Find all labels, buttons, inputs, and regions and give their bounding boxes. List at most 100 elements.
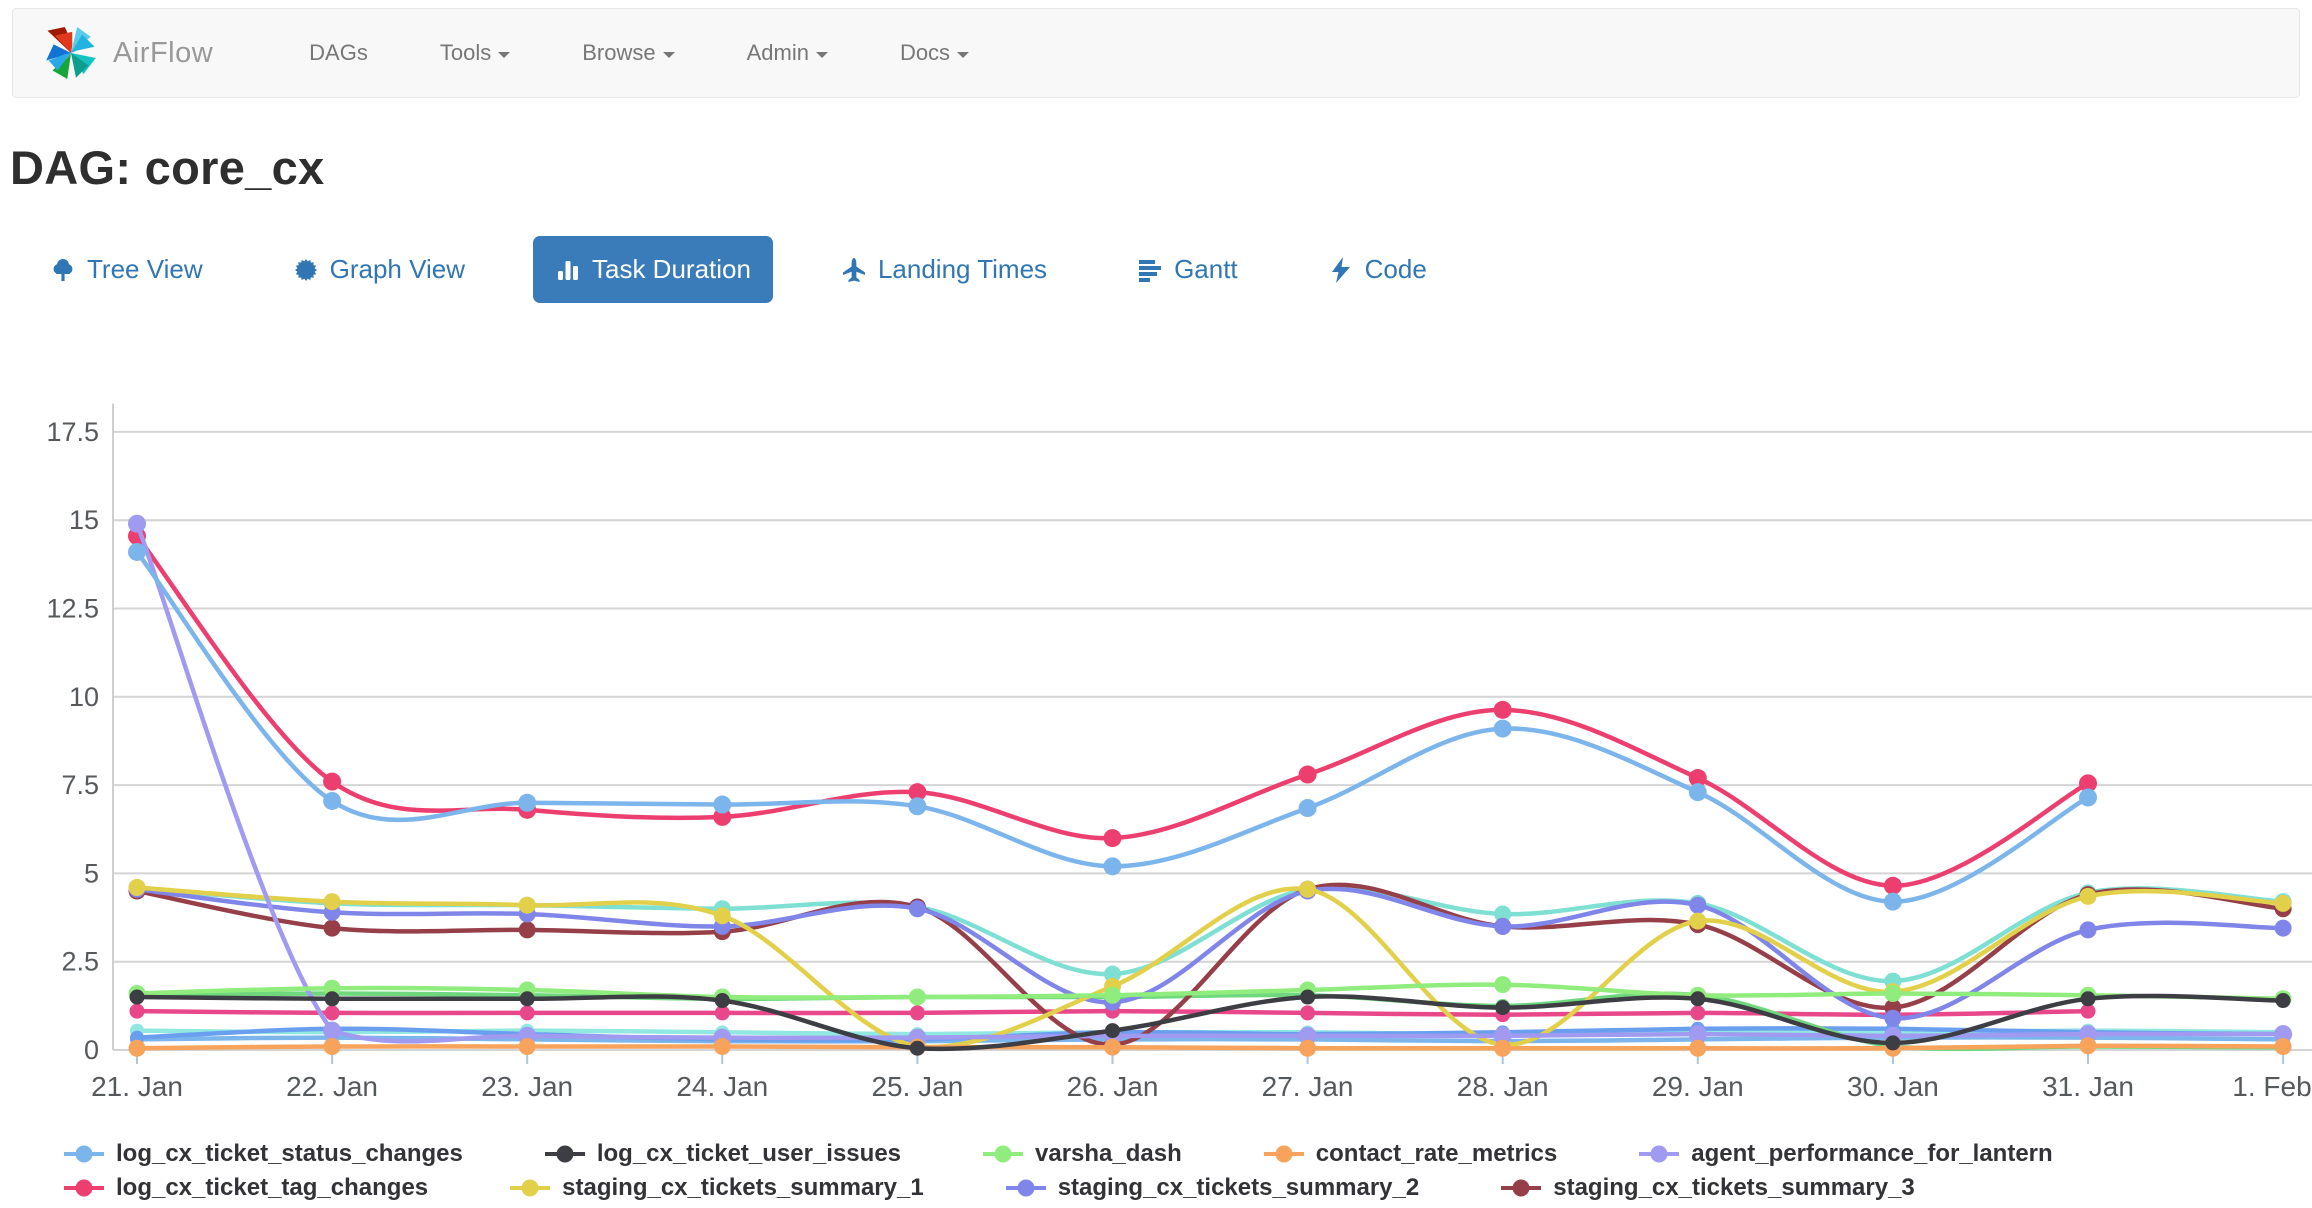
- y-axis-tick-label: 10: [69, 682, 99, 712]
- y-axis-tick-label: 7.5: [61, 770, 99, 800]
- data-point-marker: [325, 1005, 340, 1020]
- legend-marker-icon: [1637, 1142, 1681, 1166]
- data-point-marker: [128, 515, 146, 533]
- data-point-marker: [518, 794, 536, 812]
- nav-item-docs[interactable]: Docs: [864, 8, 1005, 98]
- legend-label: log_cx_ticket_user_issues: [597, 1140, 901, 1168]
- nav-item-admin[interactable]: Admin: [711, 8, 864, 98]
- legend-marker-icon: [1262, 1142, 1306, 1166]
- data-point-marker: [324, 893, 341, 910]
- x-axis-tick-label: 29. Jan: [1652, 1071, 1744, 1102]
- plane-icon: [841, 257, 867, 283]
- data-point-marker: [1689, 913, 1706, 930]
- legend-item-staging_cx_tickets_summary_3[interactable]: staging_cx_tickets_summary_3: [1499, 1174, 1915, 1202]
- legend-item-contact_rate_metrics[interactable]: contact_rate_metrics: [1262, 1140, 1557, 1168]
- data-point-marker: [1884, 985, 1901, 1002]
- legend-item-log_cx_ticket_status_changes[interactable]: log_cx_ticket_status_changes: [62, 1140, 463, 1168]
- legend-marker-icon: [508, 1176, 552, 1200]
- navbar: AirFlow DAGs Tools Browse Admin Docs: [12, 8, 2300, 98]
- tab-code[interactable]: Code: [1306, 236, 1449, 303]
- legend-label: varsha_dash: [1035, 1140, 1182, 1168]
- data-point-marker: [323, 1022, 341, 1040]
- navbar-menu: DAGs Tools Browse Admin Docs: [273, 8, 1005, 98]
- data-point-marker: [1299, 766, 1317, 784]
- data-point-marker: [714, 907, 731, 924]
- tab-label: Tree View: [87, 254, 203, 285]
- nav-item-label: Tools: [440, 40, 491, 66]
- data-point-marker: [2276, 993, 2291, 1008]
- tab-label: Task Duration: [592, 254, 751, 285]
- data-point-marker: [128, 543, 146, 561]
- legend-marker-icon: [62, 1176, 106, 1200]
- data-point-marker: [1104, 987, 1121, 1004]
- data-point-marker: [910, 1041, 925, 1056]
- data-point-marker: [1299, 1040, 1316, 1057]
- legend-item-varsha_dash[interactable]: varsha_dash: [981, 1140, 1182, 1168]
- data-point-marker: [1884, 1010, 1901, 1027]
- x-axis-tick-label: 21. Jan: [91, 1071, 183, 1102]
- nav-item-dags[interactable]: DAGs: [273, 8, 404, 98]
- data-point-marker: [1884, 877, 1902, 895]
- tab-label: Landing Times: [878, 254, 1047, 285]
- chevron-down-icon: [816, 52, 828, 58]
- airflow-brand[interactable]: AirFlow: [39, 22, 213, 84]
- data-point-marker: [1299, 881, 1316, 898]
- nav-item-label: Browse: [582, 40, 655, 66]
- data-point-marker: [1104, 829, 1122, 847]
- data-point-marker: [1690, 1005, 1705, 1020]
- legend-label: log_cx_ticket_status_changes: [116, 1140, 463, 1168]
- data-point-marker: [909, 989, 926, 1006]
- data-point-marker: [1105, 1023, 1120, 1038]
- data-point-marker: [910, 1005, 925, 1020]
- data-point-marker: [2080, 1037, 2097, 1054]
- legend-item-log_cx_ticket_user_issues[interactable]: log_cx_ticket_user_issues: [543, 1140, 901, 1168]
- nav-item-tools[interactable]: Tools: [404, 8, 546, 98]
- legend-label: staging_cx_tickets_summary_3: [1553, 1174, 1915, 1202]
- data-point-marker: [130, 990, 145, 1005]
- legend-item-staging_cx_tickets_summary_1[interactable]: staging_cx_tickets_summary_1: [508, 1174, 924, 1202]
- data-point-marker: [1494, 976, 1511, 993]
- data-point-marker: [1300, 990, 1315, 1005]
- view-tabs: Tree View Graph View Task Duration Landing …: [28, 236, 1449, 303]
- legend-item-agent_performance_for_lantern[interactable]: agent_performance_for_lantern: [1637, 1140, 2052, 1168]
- legend-row-1: log_cx_ticket_status_changes log_cx_tick…: [62, 1140, 2292, 1168]
- y-axis-tick-label: 2.5: [61, 947, 99, 977]
- legend-item-log_cx_ticket_tag_changes[interactable]: log_cx_ticket_tag_changes: [62, 1174, 428, 1202]
- x-axis-tick-label: 30. Jan: [1847, 1071, 1939, 1102]
- y-axis-tick-label: 12.5: [46, 594, 99, 624]
- tab-label: Graph View: [330, 254, 465, 285]
- legend-label: staging_cx_tickets_summary_1: [562, 1174, 924, 1202]
- tab-graph-view[interactable]: Graph View: [271, 236, 487, 303]
- data-point-marker: [130, 1004, 145, 1019]
- nav-item-label: Admin: [747, 40, 809, 66]
- data-point-marker: [1299, 799, 1317, 817]
- data-point-marker: [520, 1005, 535, 1020]
- data-point-marker: [2081, 991, 2096, 1006]
- x-axis-tick-label: 31. Jan: [2042, 1071, 2134, 1102]
- tab-task-duration[interactable]: Task Duration: [533, 236, 773, 303]
- tab-tree-view[interactable]: Tree View: [28, 236, 225, 303]
- tab-label: Gantt: [1174, 254, 1238, 285]
- data-point-marker: [323, 792, 341, 810]
- nav-item-browse[interactable]: Browse: [546, 8, 710, 98]
- y-axis-tick-label: 15: [69, 505, 99, 535]
- y-axis-tick-label: 5: [84, 858, 99, 888]
- legend-item-staging_cx_tickets_summary_2[interactable]: staging_cx_tickets_summary_2: [1004, 1174, 1420, 1202]
- x-axis-tick-label: 26. Jan: [1067, 1071, 1159, 1102]
- chevron-down-icon: [498, 52, 510, 58]
- chevron-down-icon: [957, 52, 969, 58]
- legend-label: log_cx_ticket_tag_changes: [116, 1174, 428, 1202]
- series-log_cx_ticket_status_changes: [128, 543, 2097, 911]
- legend-label: agent_performance_for_lantern: [1691, 1140, 2052, 1168]
- data-point-marker: [2080, 921, 2097, 938]
- task-duration-chart: 02.557.51012.51517.521. Jan22. Jan23. Ja…: [0, 360, 2312, 1140]
- data-point-marker: [2275, 895, 2292, 912]
- y-axis-tick-label: 0: [84, 1035, 99, 1065]
- tab-gantt[interactable]: Gantt: [1115, 236, 1260, 303]
- data-point-marker: [1495, 1000, 1510, 1015]
- tab-landing-times[interactable]: Landing Times: [819, 236, 1069, 303]
- graph-icon: [293, 257, 319, 283]
- legend-marker-icon: [62, 1142, 106, 1166]
- x-axis-tick-label: 22. Jan: [286, 1071, 378, 1102]
- series-varsha_dash: [129, 976, 2292, 1007]
